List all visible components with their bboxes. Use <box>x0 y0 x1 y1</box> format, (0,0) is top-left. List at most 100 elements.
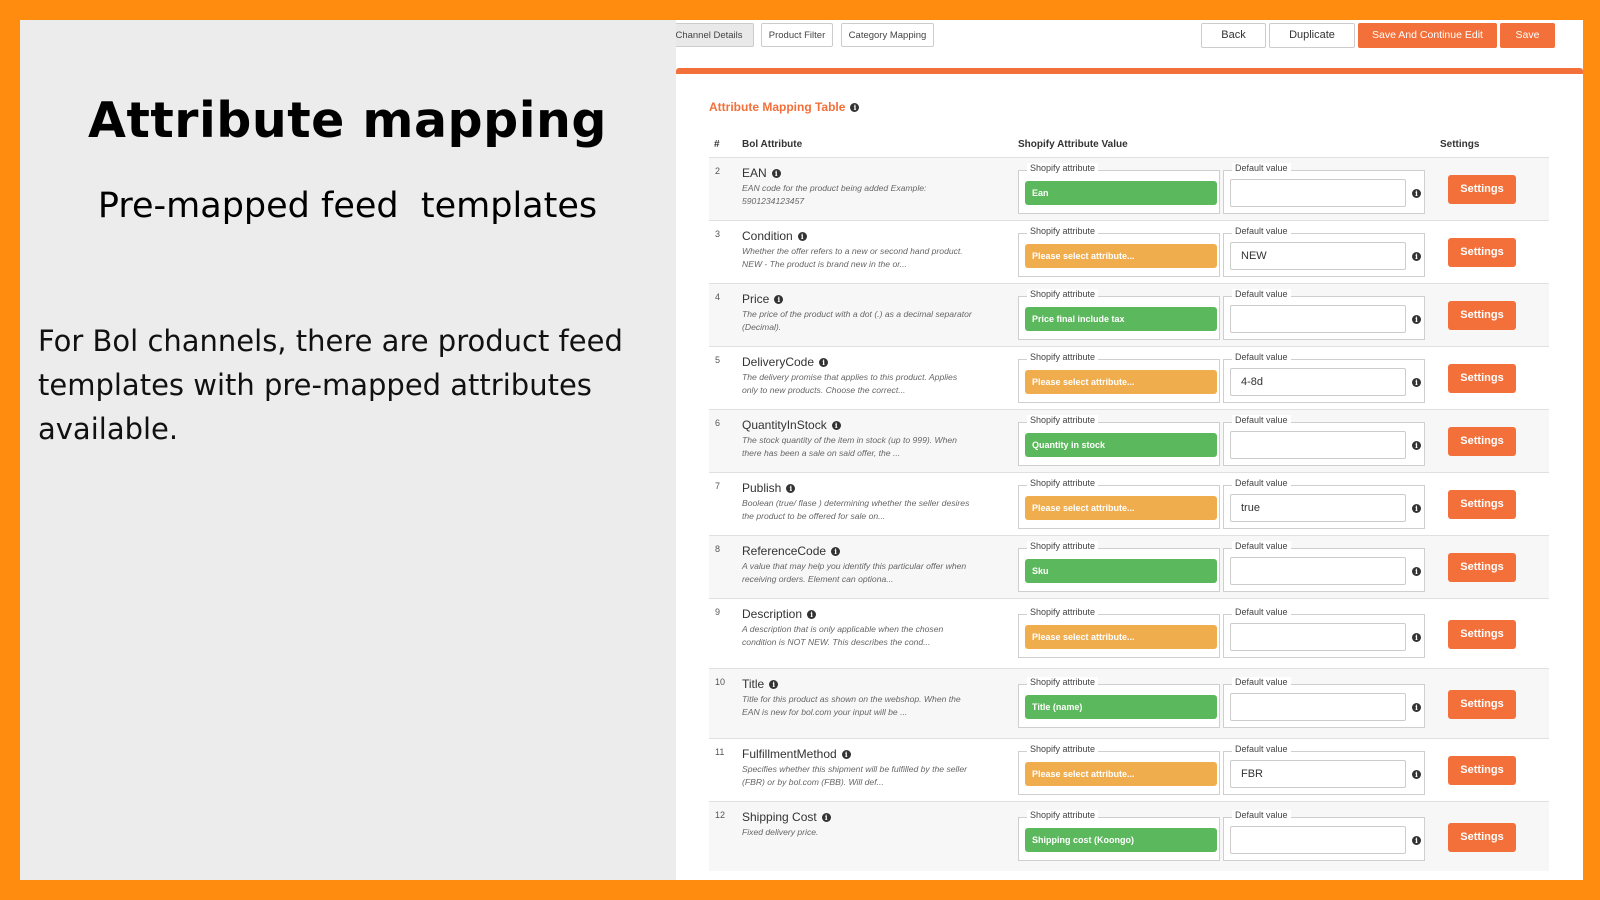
info-icon[interactable]: i <box>1412 703 1421 712</box>
shopify-attribute-select[interactable]: Quantity in stock <box>1025 433 1217 457</box>
default-value-input[interactable] <box>1230 431 1406 459</box>
shopify-attribute-select[interactable]: Please select attribute... <box>1025 762 1217 786</box>
bol-attribute-description: Specifies whether this shipment will be … <box>742 764 967 787</box>
row-number: 8 <box>715 544 721 554</box>
default-value-legend: Default value <box>1232 744 1291 754</box>
info-icon[interactable]: i <box>1412 189 1421 198</box>
info-icon[interactable]: i <box>831 547 841 556</box>
bol-attribute-description: Whether the offer refers to a new or sec… <box>742 246 963 269</box>
tab-category-mapping[interactable]: Category Mapping <box>841 23 934 47</box>
info-icon[interactable]: i <box>769 680 779 689</box>
shopify-attribute-legend: Shopify attribute <box>1027 677 1099 687</box>
bol-attribute-name: Condition i <box>742 229 807 243</box>
shopify-attribute-group: Shopify attribute Quantity in stock <box>1018 415 1220 466</box>
settings-button[interactable]: Settings <box>1448 175 1516 204</box>
shopify-attribute-select[interactable]: Please select attribute... <box>1025 625 1217 649</box>
info-icon[interactable]: i <box>831 421 841 430</box>
info-icon[interactable]: i <box>1412 836 1421 845</box>
settings-button[interactable]: Settings <box>1448 427 1516 456</box>
table-row: 8 ReferenceCode i A value that may help you… <box>709 535 1549 598</box>
info-icon[interactable]: i <box>1412 441 1421 450</box>
row-number: 7 <box>715 481 721 491</box>
settings-button[interactable]: Settings <box>1448 823 1516 852</box>
shopify-attribute-select[interactable]: Sku <box>1025 559 1217 583</box>
info-icon[interactable]: i <box>774 295 784 304</box>
settings-button[interactable]: Settings <box>1448 238 1516 267</box>
default-value-input[interactable] <box>1230 693 1406 721</box>
slide-text-panel: Attribute mapping Pre-mapped feed templa… <box>20 20 675 880</box>
bol-attribute-description: The stock quantity of the item in stock … <box>742 435 957 458</box>
shopify-attribute-legend: Shopify attribute <box>1027 415 1099 425</box>
info-icon[interactable]: i <box>850 103 860 112</box>
row-number: 3 <box>715 229 721 239</box>
settings-button[interactable]: Settings <box>1448 690 1516 719</box>
table-row: 9 Description i A description that is only … <box>709 598 1549 668</box>
default-value-input[interactable]: NEW <box>1230 242 1406 270</box>
shopify-attribute-select[interactable]: Title (name) <box>1025 695 1217 719</box>
bol-attribute-description: Boolean (true/ flase ) determining wheth… <box>742 498 970 521</box>
settings-button[interactable]: Settings <box>1448 490 1516 519</box>
info-icon[interactable]: i <box>819 358 829 367</box>
back-button[interactable]: Back <box>1201 23 1266 48</box>
shopify-attribute-group: Shopify attribute Shipping cost (Koongo) <box>1018 810 1220 861</box>
info-icon[interactable]: i <box>821 813 831 822</box>
info-icon[interactable]: i <box>1412 315 1421 324</box>
info-icon[interactable]: i <box>1412 504 1421 513</box>
info-icon[interactable]: i <box>1412 770 1421 779</box>
tab-product-filter[interactable]: Product Filter <box>761 23 833 47</box>
info-icon[interactable]: i <box>797 232 807 241</box>
row-number: 12 <box>715 810 726 820</box>
default-value-group: Default value i <box>1223 810 1425 861</box>
info-icon[interactable]: i <box>841 750 851 759</box>
duplicate-button[interactable]: Duplicate <box>1269 23 1355 48</box>
table-row: 2 EAN i EAN code for the product being adde… <box>709 157 1549 220</box>
settings-button[interactable]: Settings <box>1448 620 1516 649</box>
shopify-attribute-select[interactable]: Please select attribute... <box>1025 370 1217 394</box>
save-button[interactable]: Save <box>1500 23 1555 48</box>
default-value-input[interactable] <box>1230 305 1406 333</box>
bol-attribute-name: Price i <box>742 292 784 306</box>
table-title: Attribute Mapping Table i <box>709 100 860 114</box>
shopify-attribute-group: Shopify attribute Please select attribute… <box>1018 226 1220 277</box>
default-value-group: Default value i <box>1223 677 1425 728</box>
shopify-attribute-select[interactable]: Please select attribute... <box>1025 244 1217 268</box>
settings-button[interactable]: Settings <box>1448 553 1516 582</box>
row-number: 9 <box>715 607 721 617</box>
default-value-legend: Default value <box>1232 163 1291 173</box>
settings-button[interactable]: Settings <box>1448 364 1516 393</box>
shopify-attribute-select[interactable]: Shipping cost (Koongo) <box>1025 828 1217 852</box>
default-value-input[interactable] <box>1230 623 1406 651</box>
settings-button[interactable]: Settings <box>1448 301 1516 330</box>
default-value-legend: Default value <box>1232 478 1291 488</box>
default-value-input[interactable]: FBR <box>1230 760 1406 788</box>
default-value-input[interactable]: 4-8d <box>1230 368 1406 396</box>
toolbar: Channel Details Product Filter Category … <box>676 20 1583 56</box>
info-icon[interactable]: i <box>1412 378 1421 387</box>
default-value-input[interactable] <box>1230 557 1406 585</box>
save-and-continue-button[interactable]: Save And Continue Edit <box>1358 23 1497 48</box>
info-icon[interactable]: i <box>786 484 796 493</box>
shopify-attribute-select[interactable]: Price final include tax <box>1025 307 1217 331</box>
info-icon[interactable]: i <box>1412 252 1421 261</box>
tab-channel-details[interactable]: Channel Details <box>676 23 754 47</box>
info-icon[interactable]: i <box>1412 567 1421 576</box>
bol-attribute-description: Fixed delivery price. <box>742 827 819 837</box>
bol-attribute-description: A description that is only applicable wh… <box>742 624 944 647</box>
slide-title: Attribute mapping <box>88 92 607 149</box>
info-icon[interactable]: i <box>771 169 781 178</box>
default-value-input[interactable]: true <box>1230 494 1406 522</box>
row-number: 5 <box>715 355 721 365</box>
table-row: 6 QuantityInStock i The stock quantity of t… <box>709 409 1549 472</box>
settings-button[interactable]: Settings <box>1448 756 1516 785</box>
default-value-group: Default value i <box>1223 415 1425 466</box>
info-icon[interactable]: i <box>807 610 817 619</box>
shopify-attribute-select[interactable]: Please select attribute... <box>1025 496 1217 520</box>
info-icon[interactable]: i <box>1412 633 1421 642</box>
shopify-attribute-select[interactable]: Ean <box>1025 181 1217 205</box>
default-value-input[interactable] <box>1230 179 1406 207</box>
table-row: 4 Price i The price of the product with a d… <box>709 283 1549 346</box>
default-value-input[interactable] <box>1230 826 1406 854</box>
column-header-bol-attribute: Bol Attribute <box>742 139 803 150</box>
table-row: 10 Title i Title for this product as shown … <box>709 668 1549 738</box>
default-value-group: Default value i <box>1223 163 1425 214</box>
